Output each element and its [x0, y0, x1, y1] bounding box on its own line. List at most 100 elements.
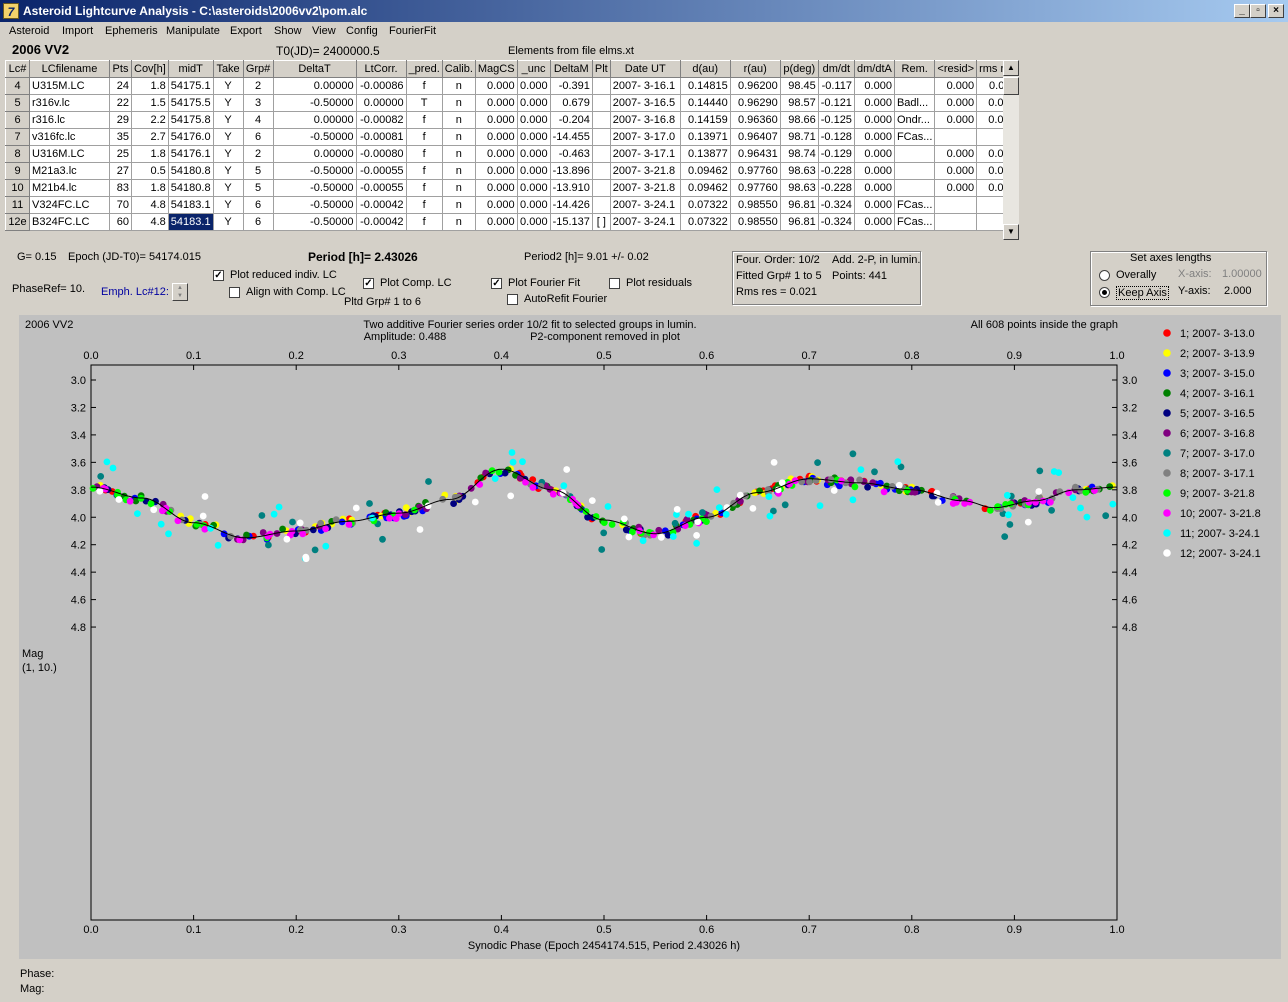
table-cell[interactable]: FCas... — [893, 128, 936, 146]
table-cell[interactable]: 2.7 — [131, 128, 169, 146]
table-cell[interactable]: 0.14159 — [679, 111, 731, 129]
table-cell[interactable]: 54175.1 — [167, 77, 214, 95]
minimize-button[interactable]: _ — [1234, 4, 1250, 18]
table-cell[interactable]: 0.000 — [934, 145, 978, 163]
table-cell[interactable]: -0.50000 — [272, 196, 357, 214]
table-cell[interactable]: 60 — [109, 213, 132, 231]
row-header[interactable]: 5 — [5, 94, 30, 112]
plot-reduced-checkbox[interactable]: ✓ — [213, 270, 224, 281]
table-cell[interactable]: -0.50000 — [272, 162, 357, 180]
table-cell[interactable]: M21a3.lc — [29, 162, 110, 180]
table-cell[interactable] — [591, 77, 611, 95]
emph-spinner[interactable]: ▲ ▼ — [172, 283, 188, 301]
column-header[interactable]: Date UT — [609, 60, 681, 78]
table-cell[interactable]: n — [441, 213, 476, 231]
table-cell[interactable]: -0.324 — [817, 196, 855, 214]
table-cell[interactable]: n — [441, 162, 476, 180]
row-header[interactable]: 7 — [5, 128, 30, 146]
table-cell[interactable]: 54180.8 — [167, 162, 214, 180]
menu-fourierfit[interactable]: FourierFit — [389, 25, 436, 37]
table-cell[interactable]: 0.000 — [853, 213, 895, 231]
table-row[interactable]: 8 U316M.LC 25 1.8 54176.1 Y 2 0.00000 -0.00080 f n… — [5, 145, 1019, 163]
table-cell[interactable]: 6 — [242, 196, 274, 214]
scroll-up-icon[interactable]: ▲ — [1003, 60, 1019, 76]
table-cell[interactable]: 0.000 — [934, 77, 978, 95]
table-cell[interactable]: 0.000 — [516, 196, 551, 214]
table-cell[interactable]: 83 — [109, 179, 132, 197]
table-cell[interactable]: -0.00080 — [355, 145, 407, 163]
row-header[interactable]: 8 — [5, 145, 30, 163]
table-cell[interactable]: -0.228 — [817, 162, 855, 180]
autorefit-checkbox[interactable] — [507, 294, 518, 305]
table-cell[interactable]: 0.14440 — [679, 94, 731, 112]
column-header[interactable]: LCfilename — [29, 60, 110, 78]
table-cell[interactable]: -0.50000 — [272, 94, 357, 112]
table-cell[interactable]: 0.98550 — [729, 196, 781, 214]
table-row[interactable]: 6 r316.lc 29 2.2 54175.8 Y 4 0.00000 -0.00082 f n 0… — [5, 111, 1019, 129]
table-cell[interactable]: 0.5 — [131, 162, 169, 180]
table-cell[interactable]: 54176.1 — [167, 145, 214, 163]
table-cell[interactable]: f — [405, 111, 443, 129]
menu-import[interactable]: Import — [62, 25, 93, 37]
column-header[interactable]: Pts — [109, 60, 132, 78]
table-cell[interactable]: 3 — [242, 94, 274, 112]
table-cell[interactable]: r316v.lc — [29, 94, 110, 112]
table-cell[interactable]: n — [441, 128, 476, 146]
table-cell[interactable]: 54176.0 — [167, 128, 214, 146]
table-cell[interactable]: 96.81 — [779, 196, 819, 214]
table-cell[interactable]: 96.81 — [779, 213, 819, 231]
table-cell[interactable]: FCas... — [893, 213, 936, 231]
table-cell[interactable]: 0.07322 — [679, 213, 731, 231]
column-header[interactable]: _unc — [516, 60, 551, 78]
table-cell[interactable]: n — [441, 179, 476, 197]
table-cell[interactable]: -0.00086 — [355, 77, 407, 95]
table-cell[interactable]: Y — [212, 213, 244, 231]
table-cell[interactable]: 0.000 — [853, 94, 895, 112]
table-row[interactable]: 4 U315M.LC 24 1.8 54175.1 Y 2 0.00000 -0.00086 f n… — [5, 77, 1019, 95]
table-cell[interactable]: 0.98550 — [729, 213, 781, 231]
table-cell[interactable]: 0.96290 — [729, 94, 781, 112]
column-header[interactable]: r(au) — [729, 60, 781, 78]
table-cell[interactable] — [591, 94, 611, 112]
column-header[interactable]: <resid> — [934, 60, 978, 78]
table-cell[interactable]: 0.00000 — [272, 77, 357, 95]
table-cell[interactable]: 2007- 3-24.1 — [609, 213, 681, 231]
table-cell[interactable]: n — [441, 145, 476, 163]
table-cell[interactable]: -0.00042 — [355, 213, 407, 231]
table-cell[interactable]: Y — [212, 162, 244, 180]
table-cell[interactable]: Y — [212, 111, 244, 129]
table-cell[interactable]: 98.63 — [779, 179, 819, 197]
menu-export[interactable]: Export — [230, 25, 262, 37]
table-cell[interactable]: -0.204 — [549, 111, 593, 129]
table-cell[interactable]: 0.00000 — [272, 145, 357, 163]
table-cell[interactable]: 0.000 — [516, 179, 551, 197]
table-row[interactable]: 7 v316fc.lc 35 2.7 54176.0 Y 6 -0.50000 -0.00081… — [5, 128, 1019, 146]
table-cell[interactable]: -0.463 — [549, 145, 593, 163]
table-cell[interactable]: 0.000 — [853, 145, 895, 163]
table-cell[interactable]: 2007- 3-21.8 — [609, 162, 681, 180]
table-cell[interactable]: 0.000 — [853, 179, 895, 197]
table-cell[interactable]: 6 — [242, 128, 274, 146]
table-cell[interactable] — [591, 145, 611, 163]
column-header[interactable]: Plt — [591, 60, 611, 78]
table-cell[interactable]: 0.000 — [934, 94, 978, 112]
table-cell[interactable]: n — [441, 111, 476, 129]
column-header[interactable]: dm/dtA — [853, 60, 895, 78]
menu-show[interactable]: Show — [274, 25, 302, 37]
table-cell[interactable]: 0.97760 — [729, 179, 781, 197]
x-axis-value[interactable]: 1.00000 — [1222, 268, 1262, 280]
table-cell[interactable]: -0.00055 — [355, 179, 407, 197]
table-cell[interactable]: -0.00055 — [355, 162, 407, 180]
table-cell[interactable] — [893, 145, 936, 163]
table-cell[interactable]: B324FC.LC — [29, 213, 110, 231]
table-cell[interactable]: 98.45 — [779, 77, 819, 95]
table-cell[interactable]: 22 — [109, 94, 132, 112]
menu-ephemeris[interactable]: Ephemeris — [105, 25, 158, 37]
table-cell[interactable] — [934, 196, 978, 214]
table-cell[interactable]: 2 — [242, 145, 274, 163]
table-cell[interactable]: 0.000 — [934, 111, 978, 129]
table-cell[interactable]: Y — [212, 128, 244, 146]
table-cell[interactable]: 54180.8 — [167, 179, 214, 197]
table-cell[interactable]: 4.8 — [131, 213, 169, 231]
table-cell[interactable]: 0.00000 — [355, 94, 407, 112]
